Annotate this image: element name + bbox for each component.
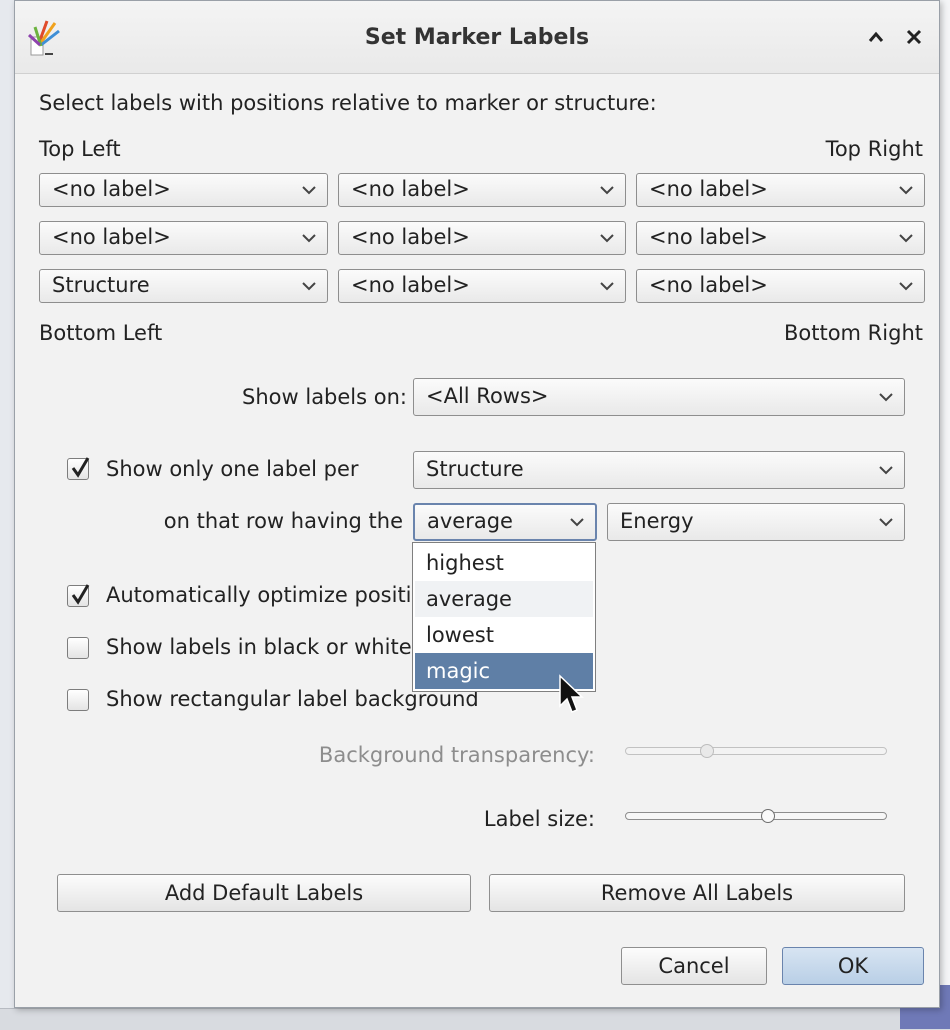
close-icon[interactable]: [905, 27, 923, 52]
one-label-per-checkbox[interactable]: [67, 457, 90, 480]
title-bar[interactable]: Set Marker Labels: [15, 1, 939, 74]
remove-all-labels-button[interactable]: Remove All Labels: [489, 874, 905, 912]
chevron-down-icon: [899, 234, 913, 243]
label-size-slider[interactable]: [625, 809, 887, 823]
auto-optimize-checkbox[interactable]: [67, 584, 90, 607]
rank-option-average[interactable]: average: [415, 581, 593, 617]
label-grid-r1-c3[interactable]: <no label>: [636, 173, 925, 207]
label-size-label: Label size:: [483, 807, 595, 831]
top-right-label: Top Right: [825, 137, 923, 161]
chevron-down-icon: [302, 282, 316, 291]
rank-option-highest[interactable]: highest: [415, 545, 593, 581]
chevron-down-icon: [879, 466, 893, 475]
checkmark-icon: [71, 584, 90, 605]
chevron-down-icon: [570, 518, 584, 527]
top-left-label: Top Left: [39, 137, 121, 161]
show-labels-on-select[interactable]: <All Rows>: [413, 378, 905, 416]
chevron-down-icon: [600, 234, 614, 243]
label-grid-r2-c2[interactable]: <no label>: [338, 221, 626, 255]
rect-background-checkbox[interactable]: [67, 689, 89, 711]
show-labels-on-label: Show labels on:: [242, 385, 407, 409]
rank-option-lowest[interactable]: lowest: [415, 617, 593, 653]
set-marker-labels-dialog: Set Marker Labels Select labels with pos…: [14, 0, 940, 1008]
transparency-slider[interactable]: [625, 744, 887, 758]
label-grid-r1-c2[interactable]: <no label>: [338, 173, 626, 207]
rank-dropdown-list: highest average lowest magic: [412, 542, 596, 692]
chevron-down-icon: [600, 282, 614, 291]
label-per-select[interactable]: Structure: [413, 451, 905, 489]
chevron-down-icon: [302, 234, 316, 243]
mouse-pointer-icon: [559, 674, 584, 713]
rank-select[interactable]: average: [413, 503, 597, 541]
caret-up-icon[interactable]: [867, 27, 885, 52]
chevron-down-icon: [879, 393, 893, 402]
label-grid-r2-c3[interactable]: <no label>: [636, 221, 925, 255]
background-window-bottom: [0, 1008, 950, 1030]
bottom-left-label: Bottom Left: [39, 321, 163, 345]
property-select[interactable]: Energy: [607, 503, 905, 541]
chevron-down-icon: [899, 186, 913, 195]
label-grid-r3-c2[interactable]: <no label>: [338, 269, 626, 303]
chevron-down-icon: [302, 186, 316, 195]
transparency-slider-knob[interactable]: [699, 744, 714, 758]
chevron-down-icon: [899, 282, 913, 291]
black-white-checkbox[interactable]: [67, 637, 89, 659]
label-grid-r1-c1[interactable]: <no label>: [39, 173, 328, 207]
cancel-button[interactable]: Cancel: [621, 947, 767, 985]
label-size-slider-knob[interactable]: [761, 809, 776, 823]
bottom-right-label: Bottom Right: [783, 321, 923, 345]
transparency-label: Background transparency:: [318, 743, 595, 767]
add-default-labels-button[interactable]: Add Default Labels: [57, 874, 471, 912]
one-label-per-label: Show only one label per: [106, 457, 359, 481]
auto-optimize-label: Automatically optimize positions: [106, 583, 449, 607]
row-having-label: on that row having the: [163, 509, 403, 533]
ok-button[interactable]: OK: [782, 947, 924, 985]
dialog-title: Set Marker Labels: [364, 25, 590, 50]
checkmark-icon: [71, 457, 90, 478]
label-grid-r2-c1[interactable]: <no label>: [39, 221, 328, 255]
black-white-label: Show labels in black or white: [106, 635, 412, 659]
intro-text: Select labels with positions relative to…: [39, 91, 657, 115]
label-grid-r3-c1[interactable]: Structure: [39, 269, 328, 303]
label-grid-r3-c3[interactable]: <no label>: [636, 269, 925, 303]
chevron-down-icon: [600, 186, 614, 195]
chevron-down-icon: [879, 518, 893, 527]
